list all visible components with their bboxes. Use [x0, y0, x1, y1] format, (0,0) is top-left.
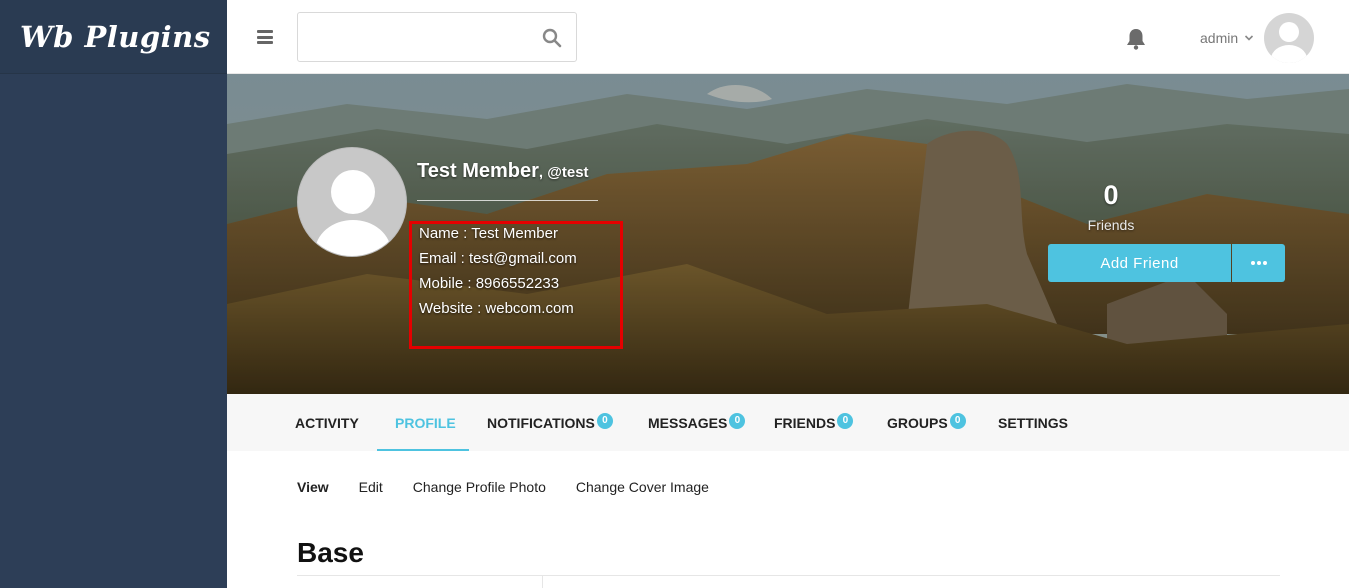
menu-icon[interactable]	[257, 30, 273, 44]
profile-tabs: ACTIVITY PROFILE NOTIFICATIONS 0 MESSAGES…	[227, 394, 1349, 451]
groups-badge: 0	[949, 412, 966, 429]
cover-image: Test Member, @test Name : Test Member Em…	[227, 74, 1349, 394]
top-header: admin	[227, 0, 1349, 74]
info-name: Name : Test Member	[419, 225, 558, 242]
subnav-change-profile-photo[interactable]: Change Profile Photo	[413, 479, 546, 495]
search-box	[297, 12, 577, 62]
subnav-change-cover-image[interactable]: Change Cover Image	[576, 479, 709, 495]
chevron-down-icon	[1245, 35, 1254, 41]
sidebar: Wb Plugins	[0, 0, 227, 588]
messages-badge: 0	[729, 412, 746, 429]
member-name-text: Test Member	[417, 160, 539, 182]
active-tab-indicator	[377, 449, 469, 451]
tab-groups[interactable]: GROUPS 0	[887, 394, 966, 451]
tab-friends[interactable]: FRIENDS 0	[774, 394, 854, 451]
tab-settings[interactable]: SETTINGS	[998, 394, 1068, 451]
table-divider	[297, 575, 1280, 576]
friends-label: Friends	[1087, 217, 1135, 233]
profile-avatar[interactable]	[297, 147, 407, 257]
info-email: Email : test@gmail.com	[419, 250, 577, 267]
friends-badge: 0	[837, 412, 854, 429]
info-mobile: Mobile : 8966552233	[419, 275, 560, 292]
table-column-divider	[542, 576, 543, 588]
ellipsis-icon	[1250, 261, 1255, 265]
user-avatar[interactable]	[1264, 13, 1315, 63]
friends-count: 0	[1103, 180, 1119, 210]
profile-subnav: View Edit Change Profile Photo Change Co…	[297, 479, 739, 495]
subnav-view[interactable]: View	[297, 479, 329, 495]
tab-messages[interactable]: MESSAGES 0	[648, 394, 746, 451]
search-input[interactable]	[298, 13, 528, 61]
site-logo[interactable]: Wb Plugins	[20, 20, 211, 54]
member-handle: , @test	[538, 164, 589, 181]
avatar-silhouette-icon	[1271, 22, 1308, 63]
section-title: Base	[297, 537, 364, 568]
tab-profile[interactable]: PROFILE	[395, 394, 456, 451]
search-icon[interactable]	[542, 28, 562, 48]
subnav-edit[interactable]: Edit	[359, 479, 383, 495]
notifications-badge: 0	[596, 412, 613, 429]
tab-notifications[interactable]: NOTIFICATIONS 0	[487, 394, 613, 451]
bell-icon[interactable]	[1125, 27, 1147, 51]
user-menu[interactable]: admin	[1200, 13, 1315, 63]
info-website: Website : webcom.com	[419, 300, 574, 317]
logo-bar: Wb Plugins	[0, 0, 227, 74]
name-divider	[417, 200, 598, 201]
more-options-button[interactable]	[1232, 244, 1285, 282]
username-label: admin	[1200, 30, 1239, 46]
add-friend-button[interactable]: Add Friend	[1048, 244, 1231, 282]
member-display-name: Test Member, @test	[417, 160, 589, 183]
tab-activity[interactable]: ACTIVITY	[295, 394, 359, 451]
avatar-silhouette-icon	[315, 170, 391, 256]
